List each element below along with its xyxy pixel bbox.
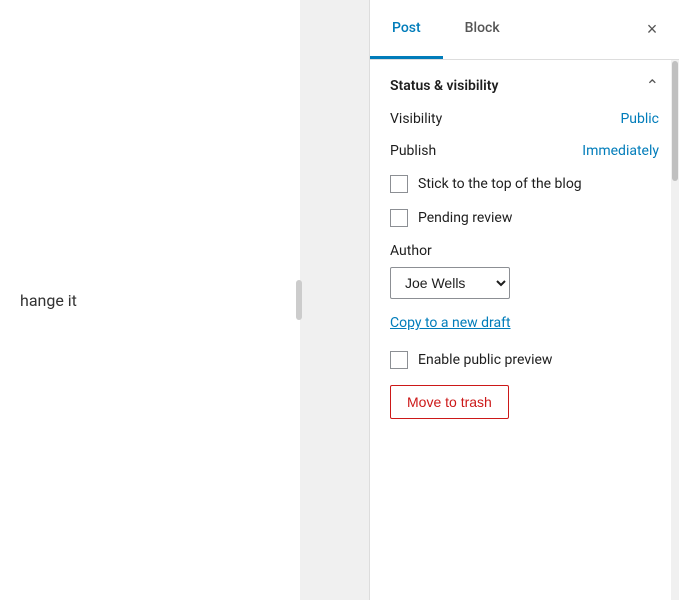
enable-preview-checkbox[interactable]	[390, 351, 408, 369]
section-title: Status & visibility	[390, 78, 498, 94]
scrollbar-thumb[interactable]	[672, 61, 678, 181]
enable-preview-row: Enable public preview	[390, 351, 659, 369]
tab-block[interactable]: Block	[443, 0, 522, 59]
visibility-row: Visibility Public	[390, 111, 659, 127]
author-label: Author	[390, 243, 659, 259]
close-button[interactable]: ×	[637, 15, 667, 45]
author-select[interactable]: Joe Wells	[390, 267, 510, 299]
enable-preview-label: Enable public preview	[418, 352, 552, 368]
publish-label: Publish	[390, 143, 436, 159]
editor-text: hange it	[20, 291, 77, 310]
visibility-label: Visibility	[390, 111, 442, 127]
stick-to-top-checkbox[interactable]	[390, 175, 408, 193]
publish-value[interactable]: Immediately	[582, 143, 659, 159]
pending-review-row: Pending review	[390, 209, 659, 227]
chevron-up-icon[interactable]: ⌃	[646, 76, 659, 95]
stick-to-top-row: Stick to the top of the blog	[390, 175, 659, 193]
pending-review-checkbox[interactable]	[390, 209, 408, 227]
status-visibility-section: Status & visibility ⌃ Visibility Public …	[370, 60, 679, 435]
scrollbar-track	[671, 60, 679, 600]
resize-handle[interactable]	[296, 280, 302, 320]
tab-post[interactable]: Post	[370, 0, 443, 59]
editor-area: hange it	[0, 0, 300, 600]
tabs-header: Post Block ×	[370, 0, 679, 60]
publish-row: Publish Immediately	[390, 143, 659, 159]
sidebar-panel: Post Block × Status & visibility ⌃ Visib…	[369, 0, 679, 600]
pending-review-label: Pending review	[418, 210, 512, 226]
section-header: Status & visibility ⌃	[390, 76, 659, 95]
copy-draft-link[interactable]: Copy to a new draft	[390, 315, 659, 331]
move-to-trash-button[interactable]: Move to trash	[390, 385, 509, 419]
panel-content: Status & visibility ⌃ Visibility Public …	[370, 60, 679, 600]
author-section: Author Joe Wells	[390, 243, 659, 299]
visibility-value[interactable]: Public	[620, 111, 659, 127]
stick-to-top-label: Stick to the top of the blog	[418, 176, 582, 192]
